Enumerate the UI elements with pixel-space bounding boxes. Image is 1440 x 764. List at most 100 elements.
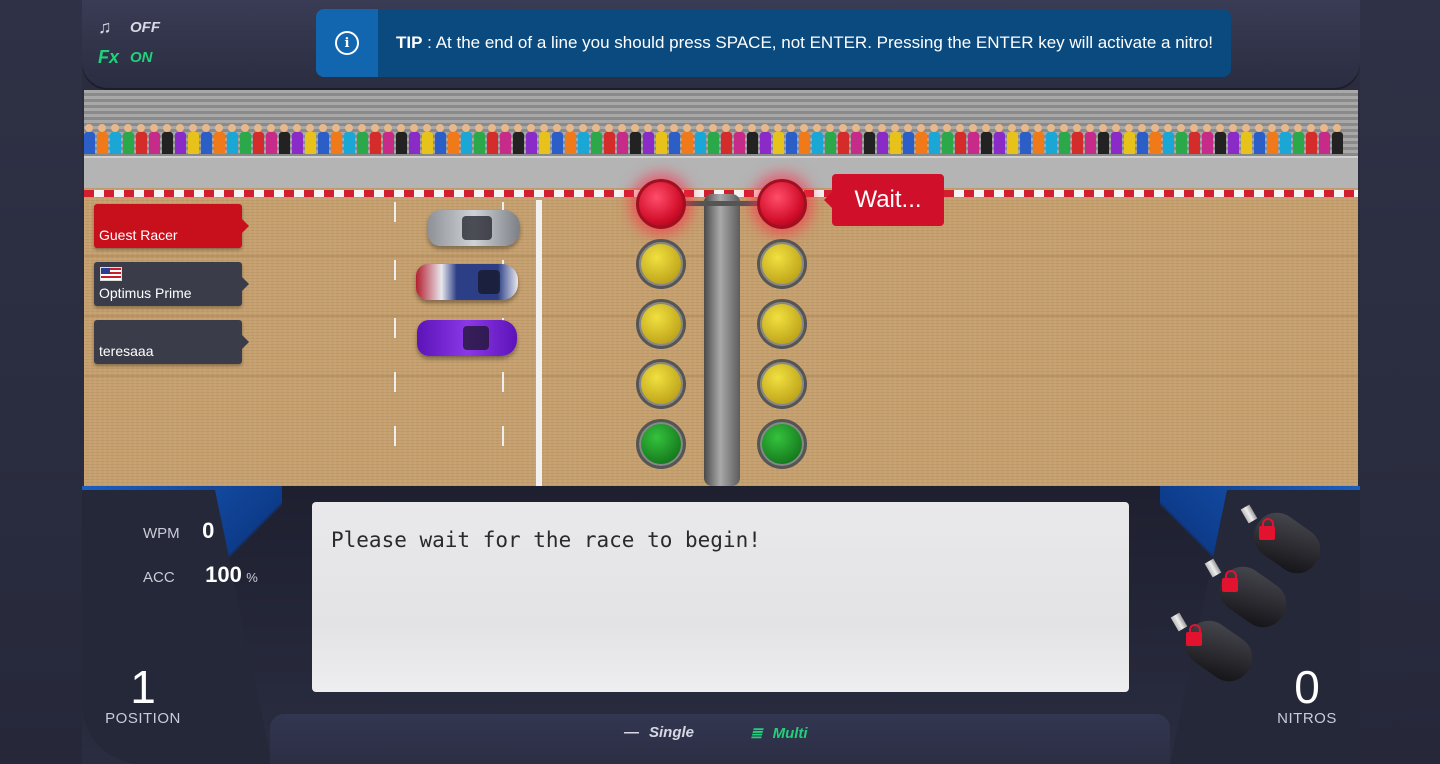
racer-label-opponent: Optimus Prime (94, 262, 249, 306)
grid-box (394, 372, 504, 392)
crowd-fan (864, 120, 875, 160)
crowd-fan (604, 120, 615, 160)
crowd-fan (383, 120, 394, 160)
mode-bar (270, 714, 1170, 764)
crowd-fan (487, 120, 498, 160)
typing-area[interactable]: Please wait for the race to begin! (312, 502, 1129, 692)
crowd-fan (214, 120, 225, 160)
crowd-fan (1033, 120, 1044, 160)
crowd-fan (201, 120, 212, 160)
crowd-fan (344, 120, 355, 160)
crowd-fan (760, 120, 771, 160)
lock-icon (1186, 624, 1202, 646)
crowd-fan (591, 120, 602, 160)
tip-separator: : (422, 33, 436, 52)
green-light (757, 419, 807, 469)
tip-banner: i TIP : At the end of a line you should … (316, 9, 1231, 77)
racer-label-player: Guest Racer (94, 204, 249, 248)
yellow-light (636, 299, 686, 349)
music-toggle[interactable]: ♫ OFF (98, 12, 188, 42)
position-value: 1 (130, 661, 156, 713)
yellow-light (757, 359, 807, 409)
red-light (757, 179, 807, 229)
crowd-fan (708, 120, 719, 160)
crowd-fan (1202, 120, 1213, 160)
track-wall (84, 156, 1358, 188)
nitros-label: NITROS (1277, 710, 1337, 727)
crowd-fan (929, 120, 940, 160)
crowd-fan (1020, 120, 1031, 160)
crowd-fan (617, 120, 628, 160)
us-flag-icon (100, 267, 122, 281)
racer-name: teresaaa (99, 343, 154, 359)
crowd-fan (123, 120, 134, 160)
crowd-fan (370, 120, 381, 160)
crowd-fan (188, 120, 199, 160)
tip-icon-box: i (316, 9, 378, 77)
yellow-light (757, 239, 807, 289)
red-light (636, 179, 686, 229)
crowd-fan (643, 120, 654, 160)
crowd-fan (1150, 120, 1161, 160)
opponent-car (416, 264, 518, 300)
crowd-fan (981, 120, 992, 160)
crowd-fan (1098, 120, 1109, 160)
racer-label-opponent: teresaaa (94, 320, 249, 364)
crowd-fan (656, 120, 667, 160)
crowd-fan (1059, 120, 1070, 160)
info-icon: i (335, 31, 359, 55)
racer-name: Optimus Prime (99, 285, 192, 301)
crowd-fan (331, 120, 342, 160)
position-stat: 1 POSITION (104, 664, 182, 727)
crowd-fan (1293, 120, 1304, 160)
tip-title: TIP (396, 33, 423, 52)
crowd-fan (1319, 120, 1330, 160)
crowd-fan (318, 120, 329, 160)
crowd-fan (877, 120, 888, 160)
crowd-fan (747, 120, 758, 160)
crowd-fan (253, 120, 264, 160)
mode-multi[interactable]: ≣ Multi (750, 724, 808, 743)
racer-name: Guest Racer (99, 227, 178, 243)
crowd-fan (968, 120, 979, 160)
crowd-fan (1215, 120, 1226, 160)
crowd-fan (1332, 120, 1343, 160)
crowd-fan (435, 120, 446, 160)
crowd-fan (305, 120, 316, 160)
crowd-fan (721, 120, 732, 160)
crowd-fan (734, 120, 745, 160)
crowd-fan (292, 120, 303, 160)
crowd-fan (149, 120, 160, 160)
crowd-fan (461, 120, 472, 160)
race-track: Guest Racer Optimus Prime teresaaa Wait.… (84, 90, 1358, 486)
yellow-light (636, 359, 686, 409)
multi-lines-icon: ≣ (750, 725, 763, 742)
crowd-fan (1111, 120, 1122, 160)
opponent-car (417, 320, 517, 356)
crowd-fan (1280, 120, 1291, 160)
yellow-light (757, 299, 807, 349)
crowd-fan (994, 120, 1005, 160)
fx-toggle[interactable]: Fx ON (98, 42, 188, 72)
crowd-fan (266, 120, 277, 160)
lock-icon (1222, 570, 1238, 592)
mode-single[interactable]: — Single (624, 724, 694, 741)
crowd-fan (552, 120, 563, 160)
audio-toggles: ♫ OFF Fx ON (98, 12, 188, 72)
crowd (84, 120, 1358, 160)
fx-icon: Fx (98, 46, 120, 67)
crowd-fan (110, 120, 121, 160)
lock-icon (1259, 518, 1275, 540)
nitros-value: 0 (1294, 661, 1320, 713)
crowd-fan (955, 120, 966, 160)
crowd-fan (1137, 120, 1148, 160)
crowd-fan (1163, 120, 1174, 160)
crowd-fan (578, 120, 589, 160)
crowd-fan (84, 120, 95, 160)
start-line (536, 200, 542, 486)
crowd-fan (227, 120, 238, 160)
crowd-fan (1124, 120, 1135, 160)
crowd-fan (396, 120, 407, 160)
crowd-fan (695, 120, 706, 160)
grid-box (394, 426, 504, 446)
